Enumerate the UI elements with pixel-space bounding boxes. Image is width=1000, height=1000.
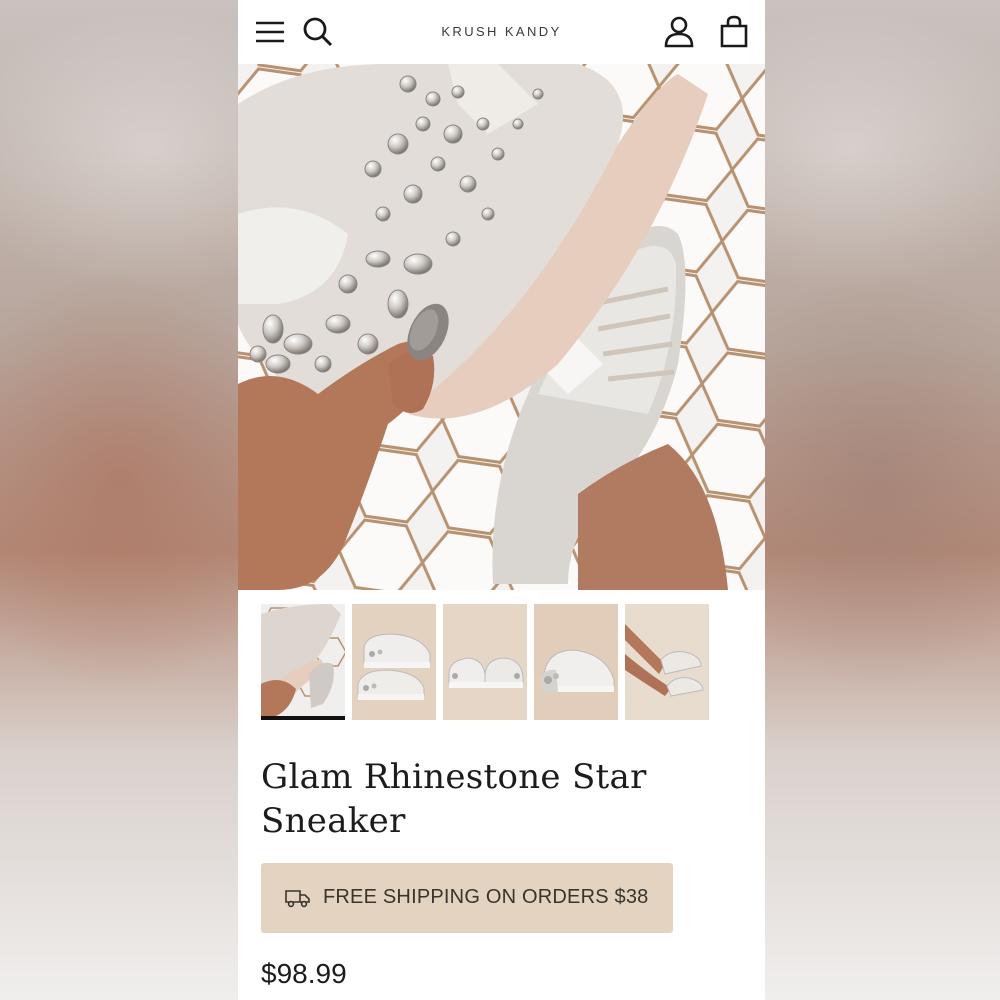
thumbnail-4[interactable] <box>534 604 618 720</box>
thumbnail-2[interactable] <box>352 604 436 720</box>
thumbnail-5[interactable] <box>625 604 709 720</box>
shipping-banner: FREE SHIPPING ON ORDERS $38 <box>261 863 673 933</box>
site-header: KRUSH KANDY <box>238 0 765 64</box>
thumbnail-1[interactable] <box>261 604 345 720</box>
product-title-line2: Sneaker <box>261 801 406 841</box>
truck-icon <box>285 890 310 908</box>
mobile-page: KRUSH KANDY Glam Rhinestone Star Sneaker… <box>238 0 765 1000</box>
product-title-line1: Glam Rhinestone Star <box>261 757 647 797</box>
account-icon[interactable] <box>661 14 697 50</box>
shipping-text: FREE SHIPPING ON ORDERS $38 <box>323 886 649 908</box>
product-price: $98.99 <box>261 958 347 989</box>
thumbnail-3[interactable] <box>443 604 527 720</box>
product-main-image[interactable] <box>238 64 765 590</box>
product-title: Glam Rhinestone Star Sneaker <box>261 755 741 843</box>
cart-icon[interactable] <box>716 14 752 50</box>
